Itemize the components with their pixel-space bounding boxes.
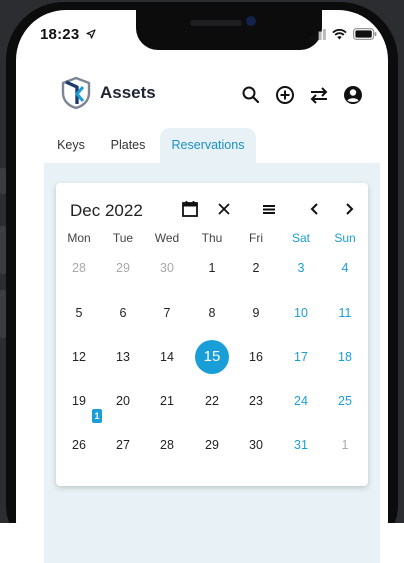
- status-time-text: 18:23: [40, 26, 80, 43]
- add-circle-icon[interactable]: [274, 84, 296, 106]
- calendar-day[interactable]: 29: [195, 428, 229, 462]
- battery-icon: [353, 28, 377, 40]
- calendar-day[interactable]: 24: [284, 384, 318, 418]
- calendar-day[interactable]: 11: [328, 296, 362, 330]
- location-arrow-icon: [86, 29, 96, 39]
- calendar-day[interactable]: 7: [150, 296, 184, 330]
- weekday-label: Thu: [201, 231, 223, 245]
- search-icon[interactable]: [240, 84, 262, 106]
- calendar-day[interactable]: 21: [150, 384, 184, 418]
- calendar-day[interactable]: 19: [62, 384, 96, 418]
- calendar-day[interactable]: 18: [328, 340, 362, 374]
- swap-icon[interactable]: [308, 84, 330, 106]
- calendar-day[interactable]: 8: [195, 296, 229, 330]
- front-camera: [246, 16, 256, 26]
- reservation-count-badge[interactable]: 1: [92, 409, 102, 423]
- weekday-label: Wed: [154, 231, 180, 245]
- calendar-day[interactable]: 25: [328, 384, 362, 418]
- notch: [136, 10, 322, 50]
- tab-plates[interactable]: Plates: [108, 128, 148, 164]
- calendar-day[interactable]: 6: [106, 296, 140, 330]
- calendar-icon[interactable]: [181, 200, 199, 218]
- calendar-day[interactable]: 31: [284, 428, 318, 462]
- tab-bar: Keys Plates Reservations: [16, 128, 372, 164]
- tab-keys[interactable]: Keys: [56, 128, 86, 164]
- calendar-day[interactable]: 23: [239, 384, 273, 418]
- calendar-card: Dec 2022 Mon Tue Wed Thu Fri Sat Sun 28 29 30 1 2 3…: [56, 183, 368, 486]
- app-title: Assets: [100, 83, 156, 102]
- calendar-day[interactable]: 10: [284, 296, 318, 330]
- chevron-right-icon[interactable]: [340, 200, 358, 218]
- cellular-signal-icon: [310, 28, 326, 40]
- shield-key-logo-icon: [61, 76, 91, 110]
- calendar-day[interactable]: 28: [150, 428, 184, 462]
- calendar-day[interactable]: 30: [239, 428, 273, 462]
- account-icon[interactable]: [342, 84, 364, 106]
- menu-icon[interactable]: [260, 200, 278, 218]
- calendar-day[interactable]: 13: [106, 340, 140, 374]
- close-icon[interactable]: [215, 200, 233, 218]
- calendar-day[interactable]: 26: [62, 428, 96, 462]
- calendar-day[interactable]: 28: [62, 251, 96, 285]
- calendar-day[interactable]: 14: [150, 340, 184, 374]
- calendar-day[interactable]: 27: [106, 428, 140, 462]
- calendar-day[interactable]: 9: [239, 296, 273, 330]
- calendar-day[interactable]: 3: [284, 251, 318, 285]
- calendar-day[interactable]: 20: [106, 384, 140, 418]
- calendar-day[interactable]: 30: [150, 251, 184, 285]
- calendar-day[interactable]: 16: [239, 340, 273, 374]
- calendar-day[interactable]: 22: [195, 384, 229, 418]
- weekday-label: Tue: [112, 231, 134, 245]
- weekday-label: Mon: [67, 231, 91, 245]
- calendar-day[interactable]: 1: [328, 428, 362, 462]
- weekday-label: Fri: [249, 231, 263, 245]
- calendar-day-today[interactable]: 15: [195, 340, 229, 374]
- calendar-day[interactable]: 2: [239, 251, 273, 285]
- tab-reservations[interactable]: Reservations: [160, 128, 256, 164]
- calendar-month-label[interactable]: Dec 2022: [70, 201, 143, 221]
- weekday-label: Sat: [291, 231, 310, 245]
- chevron-left-icon[interactable]: [306, 200, 324, 218]
- app-header: Assets: [16, 56, 372, 116]
- speaker-grille: [190, 20, 242, 26]
- wifi-icon: [332, 28, 347, 39]
- status-icons: [310, 28, 377, 40]
- calendar-day[interactable]: 1: [195, 251, 229, 285]
- calendar-day[interactable]: 12: [62, 340, 96, 374]
- calendar-day[interactable]: 4: [328, 251, 362, 285]
- calendar-day[interactable]: 5: [62, 296, 96, 330]
- status-time: 18:23: [40, 26, 96, 43]
- calendar-day[interactable]: 17: [284, 340, 318, 374]
- weekday-label: Sun: [334, 231, 356, 245]
- calendar-day[interactable]: 29: [106, 251, 140, 285]
